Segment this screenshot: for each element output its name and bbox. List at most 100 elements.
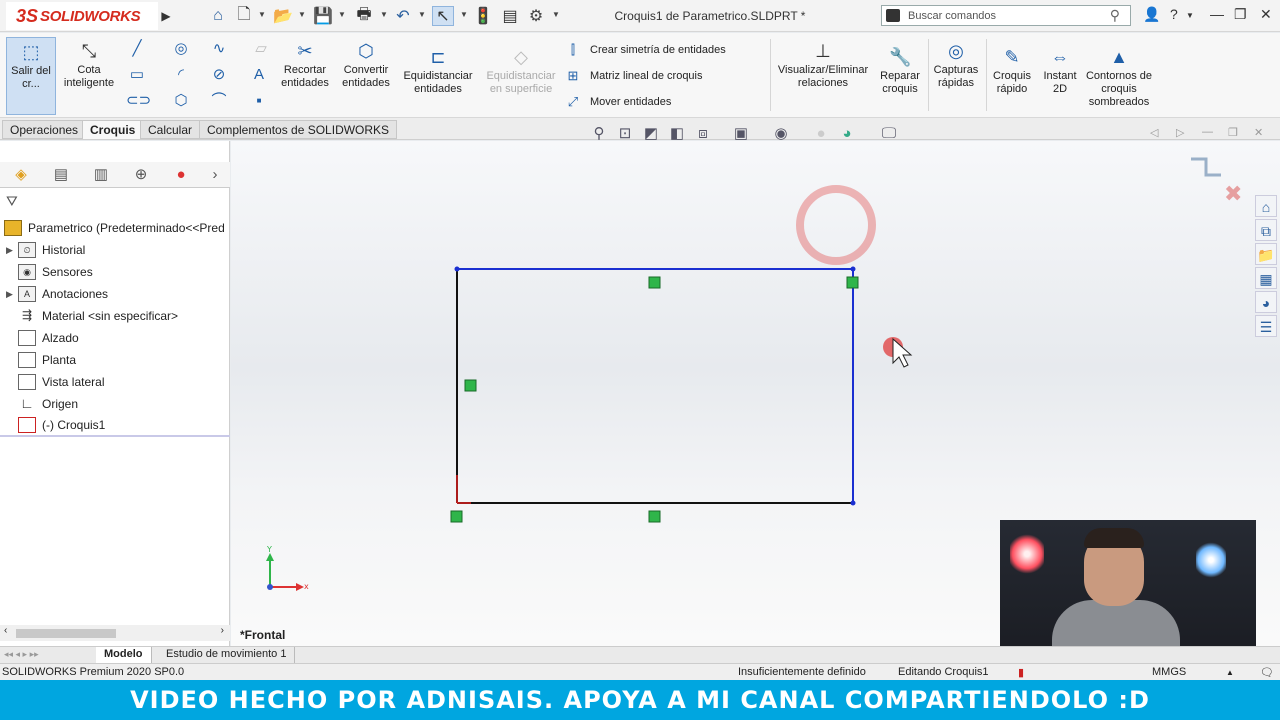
view-orientation-icon[interactable]: ⧈ xyxy=(692,124,714,144)
display-manager-tab-icon[interactable]: ● xyxy=(170,165,192,185)
select-caret-icon[interactable]: ▼ xyxy=(460,10,468,19)
corner-point[interactable] xyxy=(454,266,460,272)
tree-item-vista-lateral[interactable]: Vista lateral xyxy=(0,371,230,393)
file-explorer-icon[interactable]: 📁 xyxy=(1255,243,1277,265)
magnifier-icon[interactable]: ⚲ xyxy=(1110,7,1120,24)
display-relations-button[interactable]: ⊥ Visualizar/Eliminar relaciones xyxy=(774,41,872,90)
select-pointer-icon[interactable]: ↖ xyxy=(432,6,454,26)
line-icon[interactable]: ╱ xyxy=(126,39,148,59)
view-settings-icon[interactable]: 🖵 xyxy=(878,124,900,144)
tab-croquis[interactable]: Croquis xyxy=(82,120,144,139)
fixed-relation-icon[interactable] xyxy=(450,510,463,523)
custom-properties-icon[interactable]: ☰ xyxy=(1255,315,1277,337)
offset-surface-button[interactable]: ◇ Equidistanciar en superficie xyxy=(482,47,560,96)
feature-manager-tab-icon[interactable]: ◈ xyxy=(10,165,32,185)
hexagon-icon[interactable]: ⬡ xyxy=(170,91,192,111)
scroll-thumb[interactable] xyxy=(16,629,116,638)
viewport-restore-icon[interactable]: ❐ xyxy=(1228,126,1238,139)
solidworks-resources-icon[interactable]: ⌂ xyxy=(1255,195,1277,217)
help-caret-icon[interactable]: ▼ xyxy=(1186,11,1194,20)
rebuild-icon[interactable]: 🚦 xyxy=(473,6,493,26)
move-entities-button[interactable]: ⤢ Mover entidades xyxy=(564,89,764,115)
expand-arrow-icon[interactable]: ▶ xyxy=(6,289,18,300)
configuration-manager-tab-icon[interactable]: ▥ xyxy=(90,165,112,185)
spline-icon[interactable]: ∿ xyxy=(208,39,230,59)
undo-caret-icon[interactable]: ▼ xyxy=(418,10,426,19)
scenes-icon[interactable]: ◕ xyxy=(836,124,858,144)
viewport-minimize-icon[interactable]: — xyxy=(1202,126,1213,138)
solidworks-logo[interactable]: 3S SOLIDWORKS ▶ xyxy=(6,2,174,30)
mirror-entities-button[interactable]: ⫿ Crear simetría de entidades xyxy=(564,37,764,63)
coincident-relation-icon[interactable] xyxy=(846,276,859,289)
options-gear-icon[interactable]: ⚙ xyxy=(526,6,546,26)
new-document-icon[interactable]: 🗋 xyxy=(234,6,254,26)
file-properties-icon[interactable]: ▤ xyxy=(500,6,520,26)
tree-item-sensores[interactable]: ◉ Sensores xyxy=(0,261,230,283)
tree-item-planta[interactable]: Planta xyxy=(0,349,230,371)
save-caret-icon[interactable]: ▼ xyxy=(338,10,346,19)
view-palette-icon[interactable]: ▦ xyxy=(1255,267,1277,289)
zoom-area-icon[interactable]: ⊡ xyxy=(614,124,636,144)
tree-item-anotaciones[interactable]: ▶ A Anotaciones xyxy=(0,283,230,305)
edit-appearance-icon[interactable]: ● xyxy=(810,124,832,144)
options-caret-icon[interactable]: ▼ xyxy=(552,10,560,19)
quick-snaps-button[interactable]: ◎ Capturas rápidas xyxy=(930,41,982,90)
save-icon[interactable]: 💾 xyxy=(313,6,333,26)
print-caret-icon[interactable]: ▼ xyxy=(380,10,388,19)
tab-complementos[interactable]: Complementos de SOLIDWORKS xyxy=(199,120,398,139)
offset-entities-button[interactable]: ⊏ Equidistanciar entidades xyxy=(399,47,477,96)
units-selector[interactable]: MMGS xyxy=(1152,666,1186,678)
tree-item-alzado[interactable]: Alzado xyxy=(0,327,230,349)
shaded-contours-button[interactable]: ▲ Contornos de croquis sombreados xyxy=(1084,47,1154,109)
exit-sketch-button[interactable]: ⬚ Salir del cr... xyxy=(6,37,56,115)
scroll-right-icon[interactable]: › xyxy=(221,625,224,636)
undo-icon[interactable]: ↶ xyxy=(393,6,413,26)
expand-arrow-icon[interactable]: ▶ xyxy=(6,245,18,256)
appearances-icon[interactable]: ◕ xyxy=(1255,291,1277,313)
plane-sketch-icon[interactable]: ▱ xyxy=(250,39,272,59)
horizontal-relation-icon[interactable] xyxy=(648,276,661,289)
new-caret-icon[interactable]: ▼ xyxy=(258,10,266,19)
point-icon[interactable]: ■ xyxy=(248,91,270,111)
user-icon[interactable]: 👤 xyxy=(1143,6,1160,23)
smart-dimension-button[interactable]: ⤡ Cota inteligente xyxy=(58,41,120,90)
viewport-next-icon[interactable]: ▷ xyxy=(1176,126,1184,139)
panel-more-icon[interactable]: › xyxy=(204,165,226,185)
tab-motion-study[interactable]: Estudio de movimiento 1 xyxy=(158,647,296,663)
search-commands-input[interactable]: Buscar comandos ⚲ xyxy=(881,5,1131,26)
tab-calcular[interactable]: Calcular xyxy=(140,120,201,139)
tree-item-historial[interactable]: ▶ ⏲ Historial xyxy=(0,239,230,261)
rebuild-status-icon[interactable]: ▮ xyxy=(1018,666,1024,679)
tab-modelo[interactable]: Modelo xyxy=(96,647,152,663)
viewport-close-icon[interactable]: ✕ xyxy=(1254,126,1263,139)
open-folder-icon[interactable]: 📂 xyxy=(272,6,294,26)
tab-nav-arrows-icon[interactable]: ◂◂ ◂ ▸ ▸▸ xyxy=(4,649,39,660)
quick-tips-icon[interactable]: 🗨 xyxy=(1260,666,1274,679)
section-view-icon[interactable]: ◧ xyxy=(666,124,688,144)
tree-item-material[interactable]: ⇶ Material <sin especificar> xyxy=(0,305,230,327)
property-manager-tab-icon[interactable]: ▤ xyxy=(50,165,72,185)
tab-operaciones[interactable]: Operaciones xyxy=(2,120,87,139)
home-icon[interactable]: ⌂ xyxy=(208,6,228,26)
cancel-corner-icon[interactable]: ✖ xyxy=(1224,182,1242,207)
dimxpert-tab-icon[interactable]: ⊕ xyxy=(130,165,152,185)
arc-icon[interactable]: ◜ xyxy=(170,65,192,85)
filter-icon[interactable]: ⛛ xyxy=(6,193,18,210)
display-style-icon[interactable]: ▣ xyxy=(730,124,752,144)
tree-root[interactable]: Parametrico (Predeterminado<<Pred xyxy=(0,217,230,239)
convert-entities-button[interactable]: ⬡ Convertir entidades xyxy=(338,41,394,90)
viewport-prev-icon[interactable]: ◁ xyxy=(1150,126,1158,139)
slot-icon[interactable]: ⊂⊃ xyxy=(126,91,151,111)
tree-item-origen[interactable]: ∟ Origen xyxy=(0,393,230,415)
trim-entities-button[interactable]: ✂ Recortar entidades xyxy=(278,41,332,90)
minimize-window-icon[interactable]: — xyxy=(1210,6,1224,22)
corner-point[interactable] xyxy=(850,500,856,506)
polygon-icon[interactable]: ⊘ xyxy=(208,65,230,85)
rectangle-icon[interactable]: ▭ xyxy=(126,65,148,85)
rapid-sketch-button[interactable]: ✎ Croquis rápido xyxy=(988,47,1036,96)
close-window-icon[interactable]: ✕ xyxy=(1260,6,1272,23)
repair-sketch-button[interactable]: 🔧 Reparar croquis xyxy=(876,47,924,96)
text-icon[interactable]: A xyxy=(248,65,270,85)
scroll-left-icon[interactable]: ‹ xyxy=(4,625,7,636)
print-icon[interactable]: 🖶 xyxy=(353,6,375,26)
